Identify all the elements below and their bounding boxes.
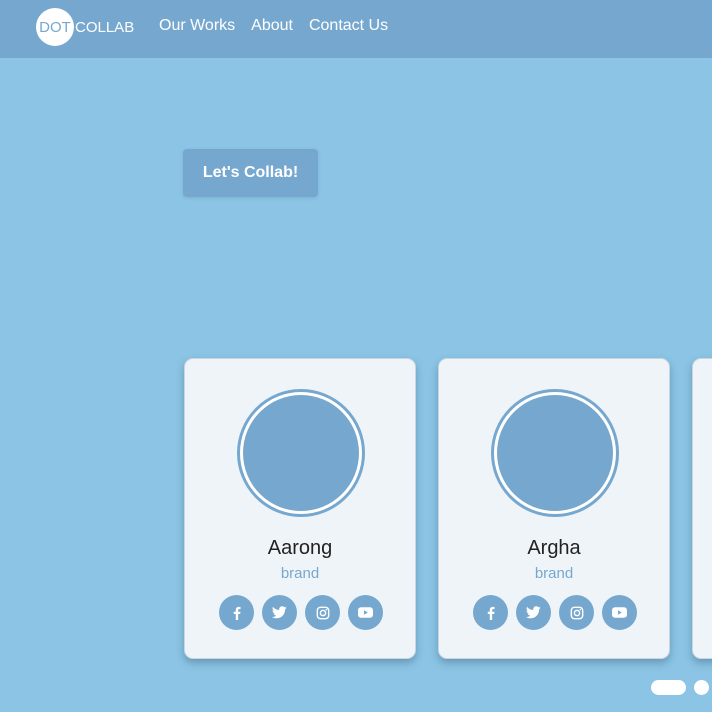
card-name: Argha (527, 537, 581, 559)
card-name: Aarong (267, 537, 333, 559)
avatar-image (497, 395, 613, 511)
nav-link-contact-us[interactable]: Contact Us (309, 17, 388, 35)
social-links (219, 595, 391, 630)
logo-wordmark: COLLAB (75, 18, 135, 36)
twitter-icon[interactable] (262, 595, 297, 630)
card-role: brand (280, 565, 320, 582)
collab-card-aarong[interactable]: Aarong brand (184, 358, 416, 659)
nav-links: Our Works About Contact Us (159, 17, 404, 35)
avatar (491, 389, 619, 517)
instagram-icon[interactable] (305, 595, 340, 630)
brand-logo[interactable]: DOT COLLAB (36, 8, 134, 46)
logo-dot-mark: DOT (36, 8, 74, 46)
carousel-dot[interactable] (694, 680, 709, 695)
avatar-image (243, 395, 359, 511)
page: DOT COLLAB Our Works About Contact Us Le… (0, 0, 712, 712)
youtube-icon[interactable] (348, 595, 383, 630)
avatar (237, 389, 365, 517)
social-links (473, 595, 645, 630)
top-navbar: DOT COLLAB Our Works About Contact Us (0, 0, 712, 58)
facebook-icon[interactable] (219, 595, 254, 630)
carousel-dot-active[interactable] (651, 680, 686, 695)
twitter-icon[interactable] (516, 595, 551, 630)
collab-card-argha[interactable]: Argha brand (438, 358, 670, 659)
facebook-icon[interactable] (473, 595, 508, 630)
lets-collab-button[interactable]: Let's Collab! (183, 149, 318, 197)
nav-link-our-works[interactable]: Our Works (159, 17, 235, 35)
youtube-icon[interactable] (602, 595, 637, 630)
collab-card-partial[interactable] (692, 358, 712, 659)
nav-link-about[interactable]: About (251, 17, 293, 35)
instagram-icon[interactable] (559, 595, 594, 630)
card-role: brand (534, 565, 574, 582)
